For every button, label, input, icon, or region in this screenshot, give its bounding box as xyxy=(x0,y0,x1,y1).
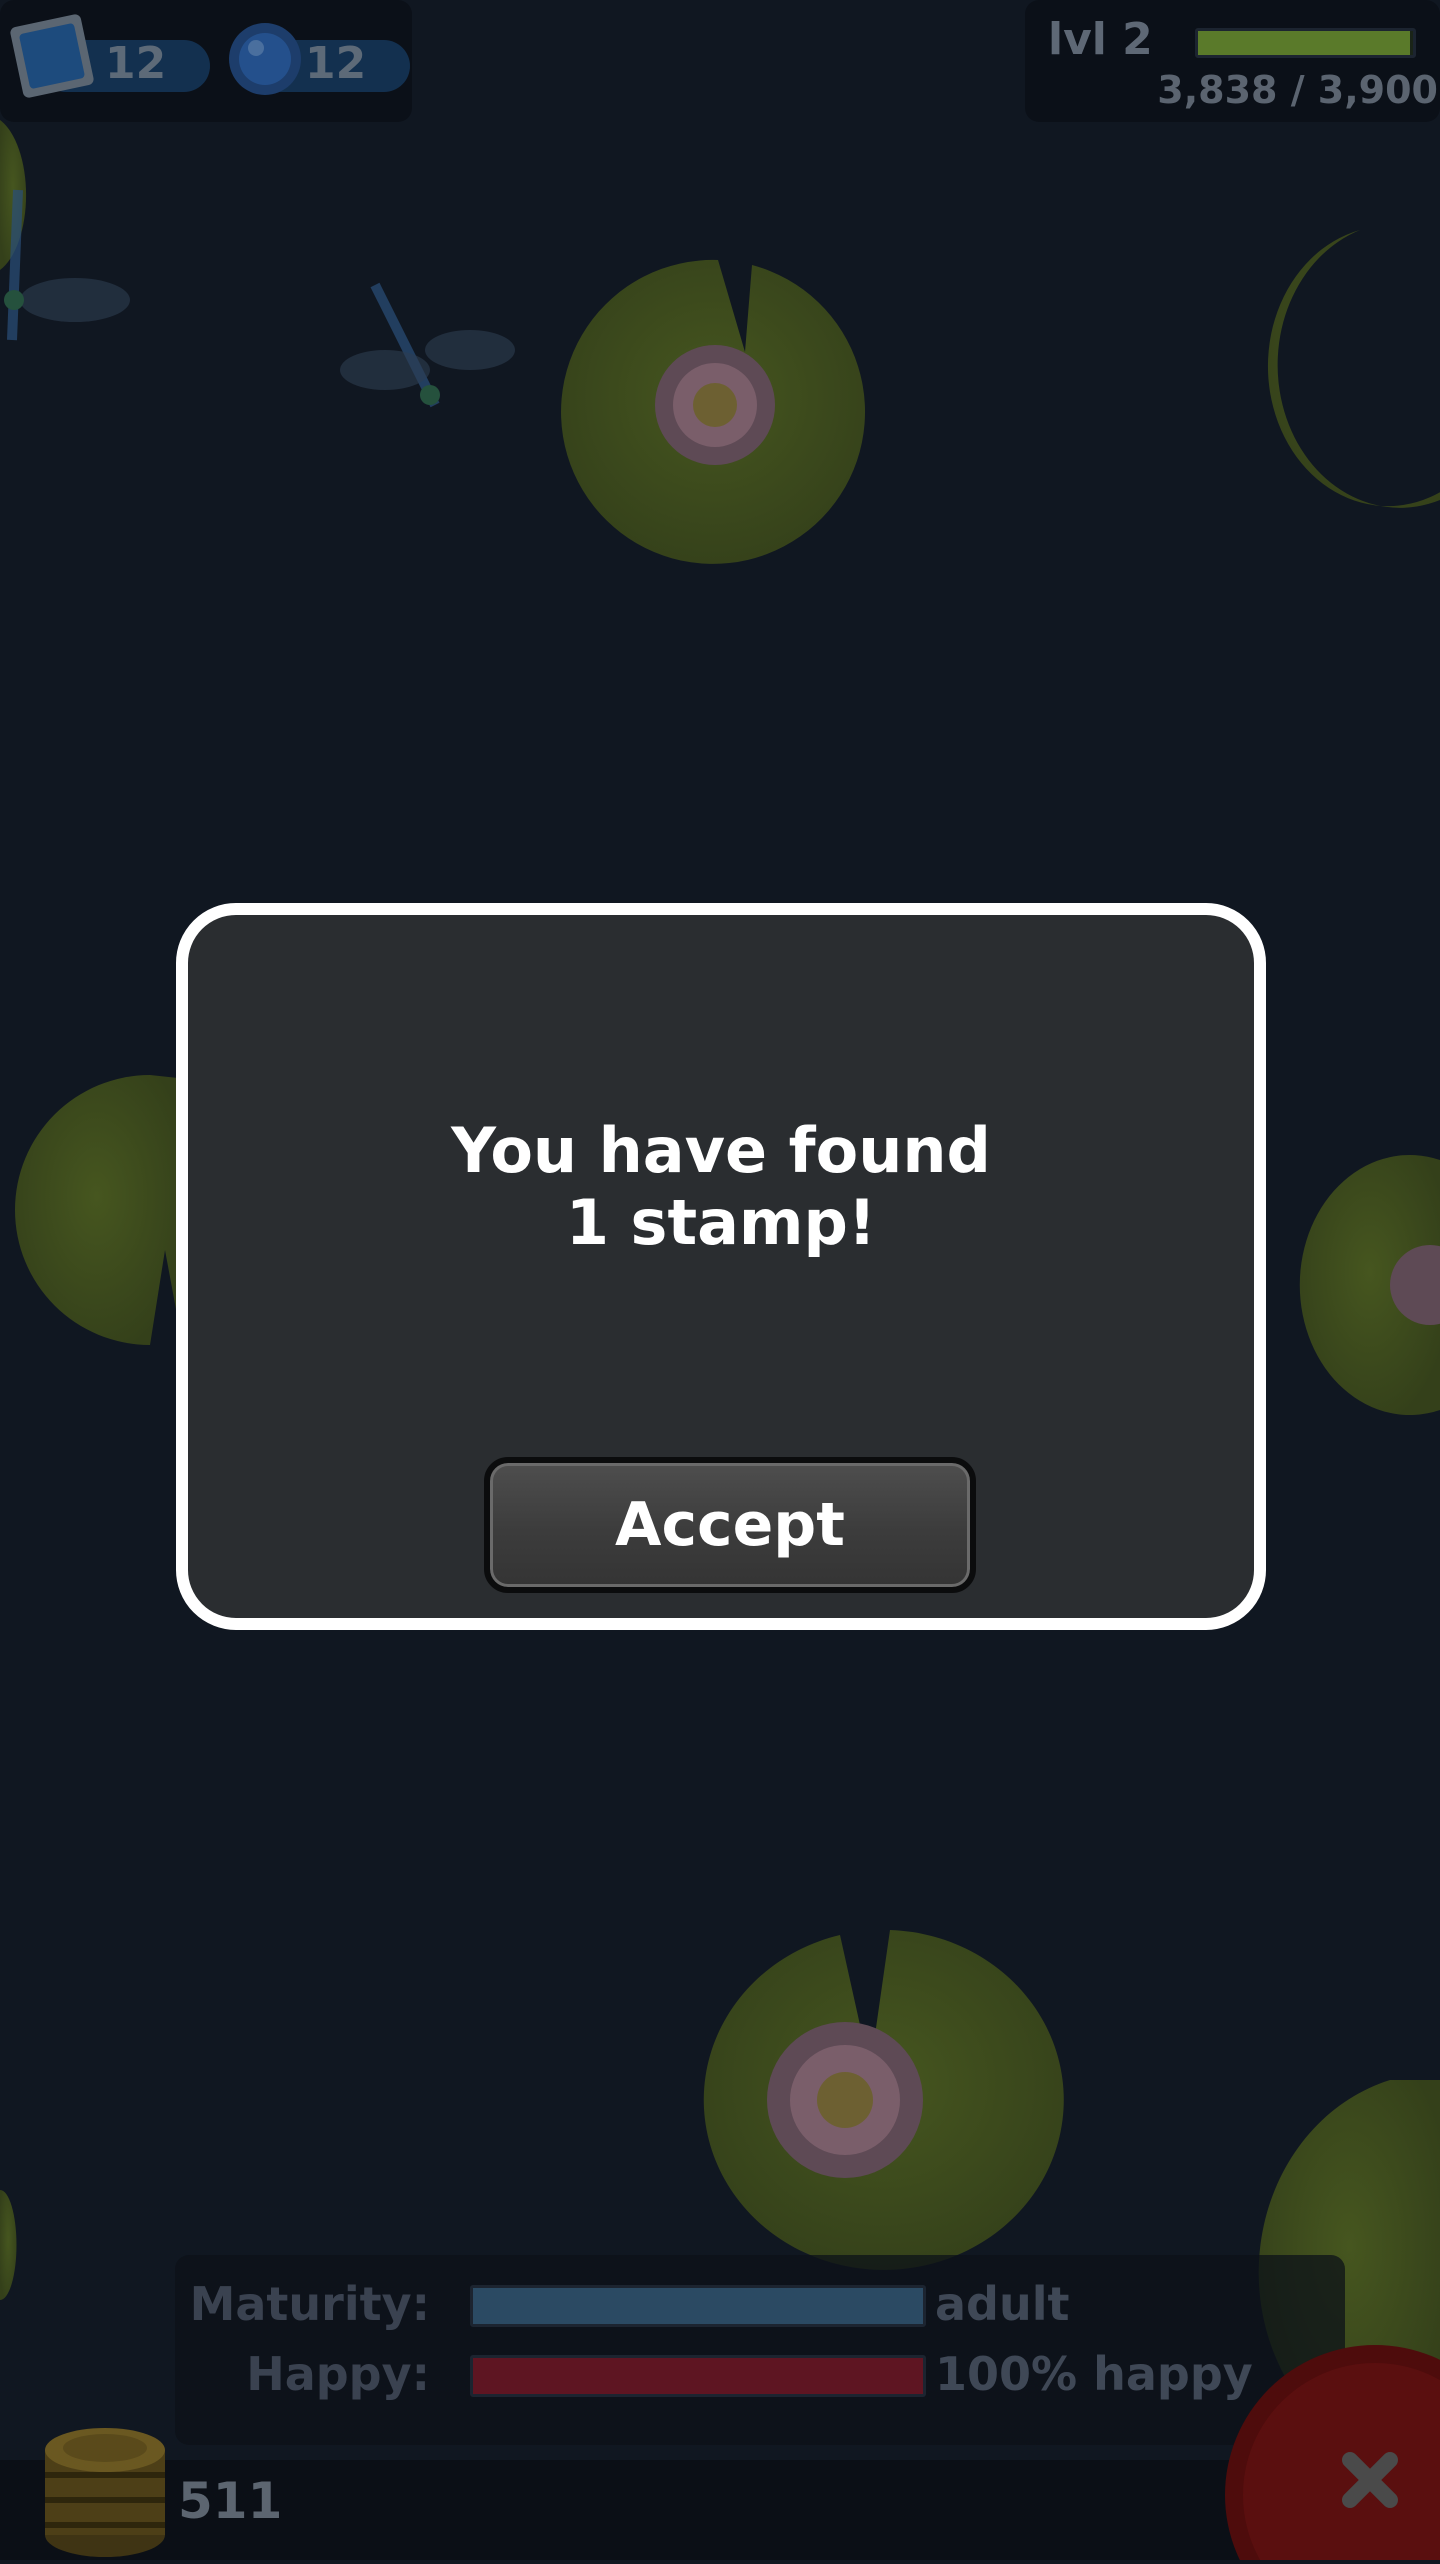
level-panel: lvl 2 3,838 / 3,900 xyxy=(1025,0,1440,122)
maturity-bar-fill xyxy=(473,2288,923,2324)
close-button[interactable] xyxy=(1225,2340,1440,2564)
stamp-count: 12 xyxy=(105,38,167,89)
xp-text: 3,838 / 3,900 xyxy=(1157,68,1438,112)
lily-pad xyxy=(561,259,866,564)
status-panel: Maturity: adult Happy: 100% happy xyxy=(175,2255,1345,2445)
gem-count: 12 xyxy=(305,38,367,89)
gem-icon xyxy=(229,23,301,95)
maturity-bar xyxy=(470,2285,926,2327)
lotus-flower xyxy=(767,2022,923,2178)
maturity-label: Maturity: xyxy=(189,2277,430,2331)
stamp-counter[interactable]: 12 xyxy=(0,0,210,120)
close-icon xyxy=(1225,2345,1440,2564)
gem-counter[interactable]: 12 xyxy=(210,0,410,120)
dialog-message-line1: You have found xyxy=(451,1114,991,1187)
coin-counter[interactable]: 511 xyxy=(0,2370,300,2560)
happy-bar xyxy=(470,2355,926,2397)
level-label: lvl 2 xyxy=(1048,14,1153,65)
stamp-found-dialog: You have found 1 stamp! Accept xyxy=(176,903,1266,1630)
lotus-flower xyxy=(655,345,775,465)
coin-count: 511 xyxy=(178,2472,283,2530)
stamp-icon xyxy=(10,14,94,98)
maturity-value: adult xyxy=(935,2277,1070,2331)
happy-value: 100% happy xyxy=(935,2347,1253,2401)
xp-bar xyxy=(1195,28,1416,58)
accept-button[interactable]: Accept xyxy=(484,1457,976,1593)
coin-stack-icon xyxy=(45,2428,165,2557)
xp-bar-fill xyxy=(1198,31,1410,55)
lily-pad xyxy=(703,1930,1064,2270)
dialog-message: You have found 1 stamp! xyxy=(188,1115,1254,1259)
dialog-message-line2: 1 stamp! xyxy=(565,1186,877,1259)
happy-bar-fill xyxy=(473,2358,923,2394)
